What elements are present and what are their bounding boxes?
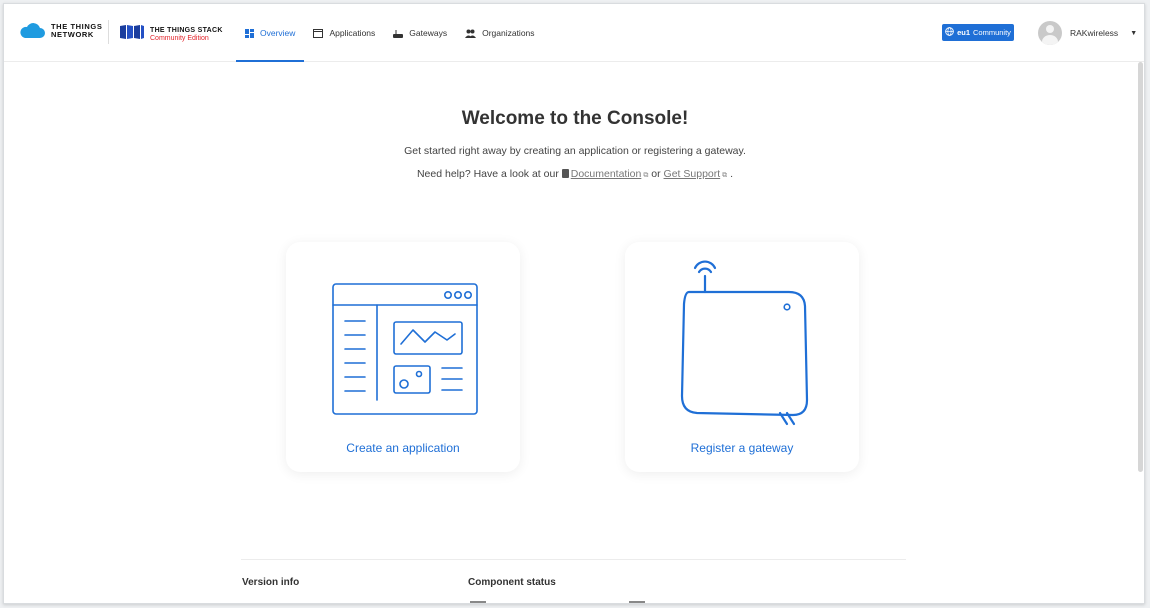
cluster-button[interactable]: eu1 Community xyxy=(942,24,1014,41)
top-header: THE THINGS NETWORK THE THINGS STACK Comm… xyxy=(4,4,1144,62)
ttn-logo-text: THE THINGS NETWORK xyxy=(51,22,103,39)
window-icon xyxy=(313,28,324,38)
people-icon xyxy=(465,29,477,38)
tts-flag-icon xyxy=(119,24,145,45)
console-window: THE THINGS NETWORK THE THINGS STACK Comm… xyxy=(3,3,1145,604)
external-link-icon: ⧉ xyxy=(722,172,728,179)
nav-applications-label: Applications xyxy=(329,28,376,38)
application-illustration-icon xyxy=(332,283,478,415)
gateway-illustration-icon xyxy=(680,260,809,426)
create-application-card[interactable]: Create an application xyxy=(286,242,520,472)
status-indicator xyxy=(470,601,486,603)
tts-logo-text: THE THINGS STACK Community Edition xyxy=(150,26,223,42)
cluster-region: eu1 xyxy=(957,28,970,37)
create-application-label: Create an application xyxy=(346,441,460,455)
get-support-link[interactable]: Get Support xyxy=(664,168,721,180)
nav-overview[interactable]: Overview xyxy=(236,4,305,62)
help-suffix: . xyxy=(730,168,734,180)
nav-gateways[interactable]: Gateways xyxy=(384,4,456,62)
nav-applications[interactable]: Applications xyxy=(304,4,384,62)
nav-overview-label: Overview xyxy=(260,28,296,38)
user-menu[interactable]: RAKwireless ▼ xyxy=(1038,21,1137,45)
version-info-heading: Version info xyxy=(242,577,300,588)
ttn-logo[interactable]: THE THINGS NETWORK xyxy=(19,23,102,39)
nav-organizations[interactable]: Organizations xyxy=(456,4,543,62)
caret-down-icon: ▼ xyxy=(1130,29,1138,37)
tts-logo[interactable]: THE THINGS STACK Community Edition xyxy=(119,24,223,45)
welcome-subtitle: Get started right away by creating an ap… xyxy=(404,145,746,157)
external-link-icon: ⧉ xyxy=(643,172,649,179)
help-prefix: Need help? Have a look at our xyxy=(416,168,559,180)
grid-icon xyxy=(245,28,254,38)
logo-divider xyxy=(108,20,109,44)
status-indicator xyxy=(629,601,645,603)
register-gateway-card[interactable]: Register a gateway xyxy=(625,242,859,472)
component-status-heading: Component status xyxy=(468,577,556,588)
cloud-icon xyxy=(19,23,45,39)
register-gateway-label: Register a gateway xyxy=(690,441,794,455)
nav-gateways-label: Gateways xyxy=(409,28,448,38)
main-nav: Overview Applications Gateways Organizat… xyxy=(236,4,544,62)
user-name: RAKwireless xyxy=(1070,28,1119,38)
nav-organizations-label: Organizations xyxy=(482,28,535,38)
page-title: Welcome to the Console! xyxy=(461,108,689,129)
help-or: or xyxy=(651,168,661,180)
avatar xyxy=(1038,21,1062,45)
help-line: Need help? Have a look at our Documentat… xyxy=(4,168,1144,180)
globe-icon xyxy=(945,27,954,38)
router-icon xyxy=(393,29,404,38)
footer-divider xyxy=(241,559,906,560)
cluster-label: Community xyxy=(973,28,1011,37)
documentation-link[interactable]: Documentation xyxy=(571,168,642,180)
book-icon xyxy=(561,169,569,178)
